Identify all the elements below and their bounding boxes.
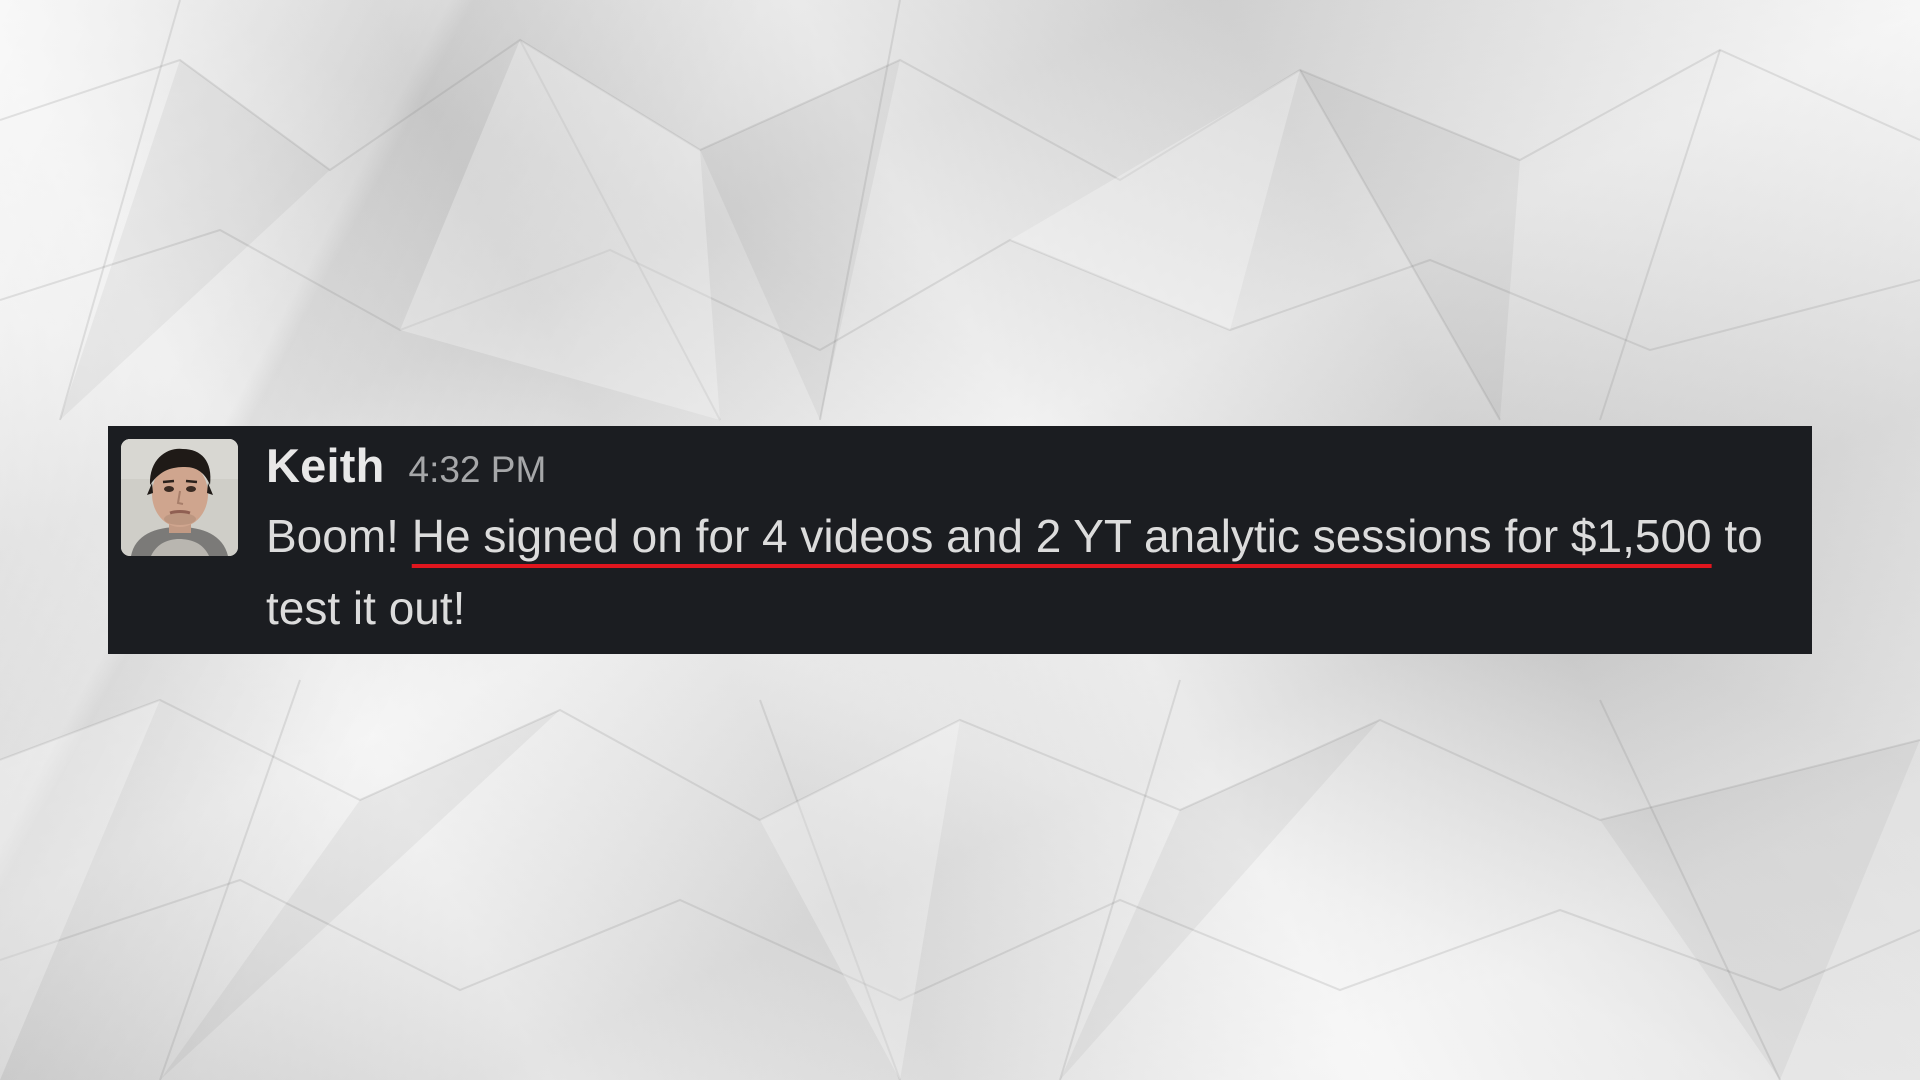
message-text-intro: Boom! xyxy=(266,510,412,562)
user-avatar[interactable] xyxy=(121,439,238,556)
message-header: Keith 4:32 PM xyxy=(266,436,546,496)
sender-name[interactable]: Keith xyxy=(266,436,385,496)
message-timestamp[interactable]: 4:32 PM xyxy=(409,440,547,500)
message-text-underlined: He signed on for 4 videos and 2 YT analy… xyxy=(411,510,1712,562)
message-text: Boom! He signed on for 4 videos and 2 YT… xyxy=(266,500,1786,644)
message-card: Keith 4:32 PM Boom! He signed on for 4 v… xyxy=(108,426,1812,654)
avatar-photo-icon xyxy=(121,439,238,556)
